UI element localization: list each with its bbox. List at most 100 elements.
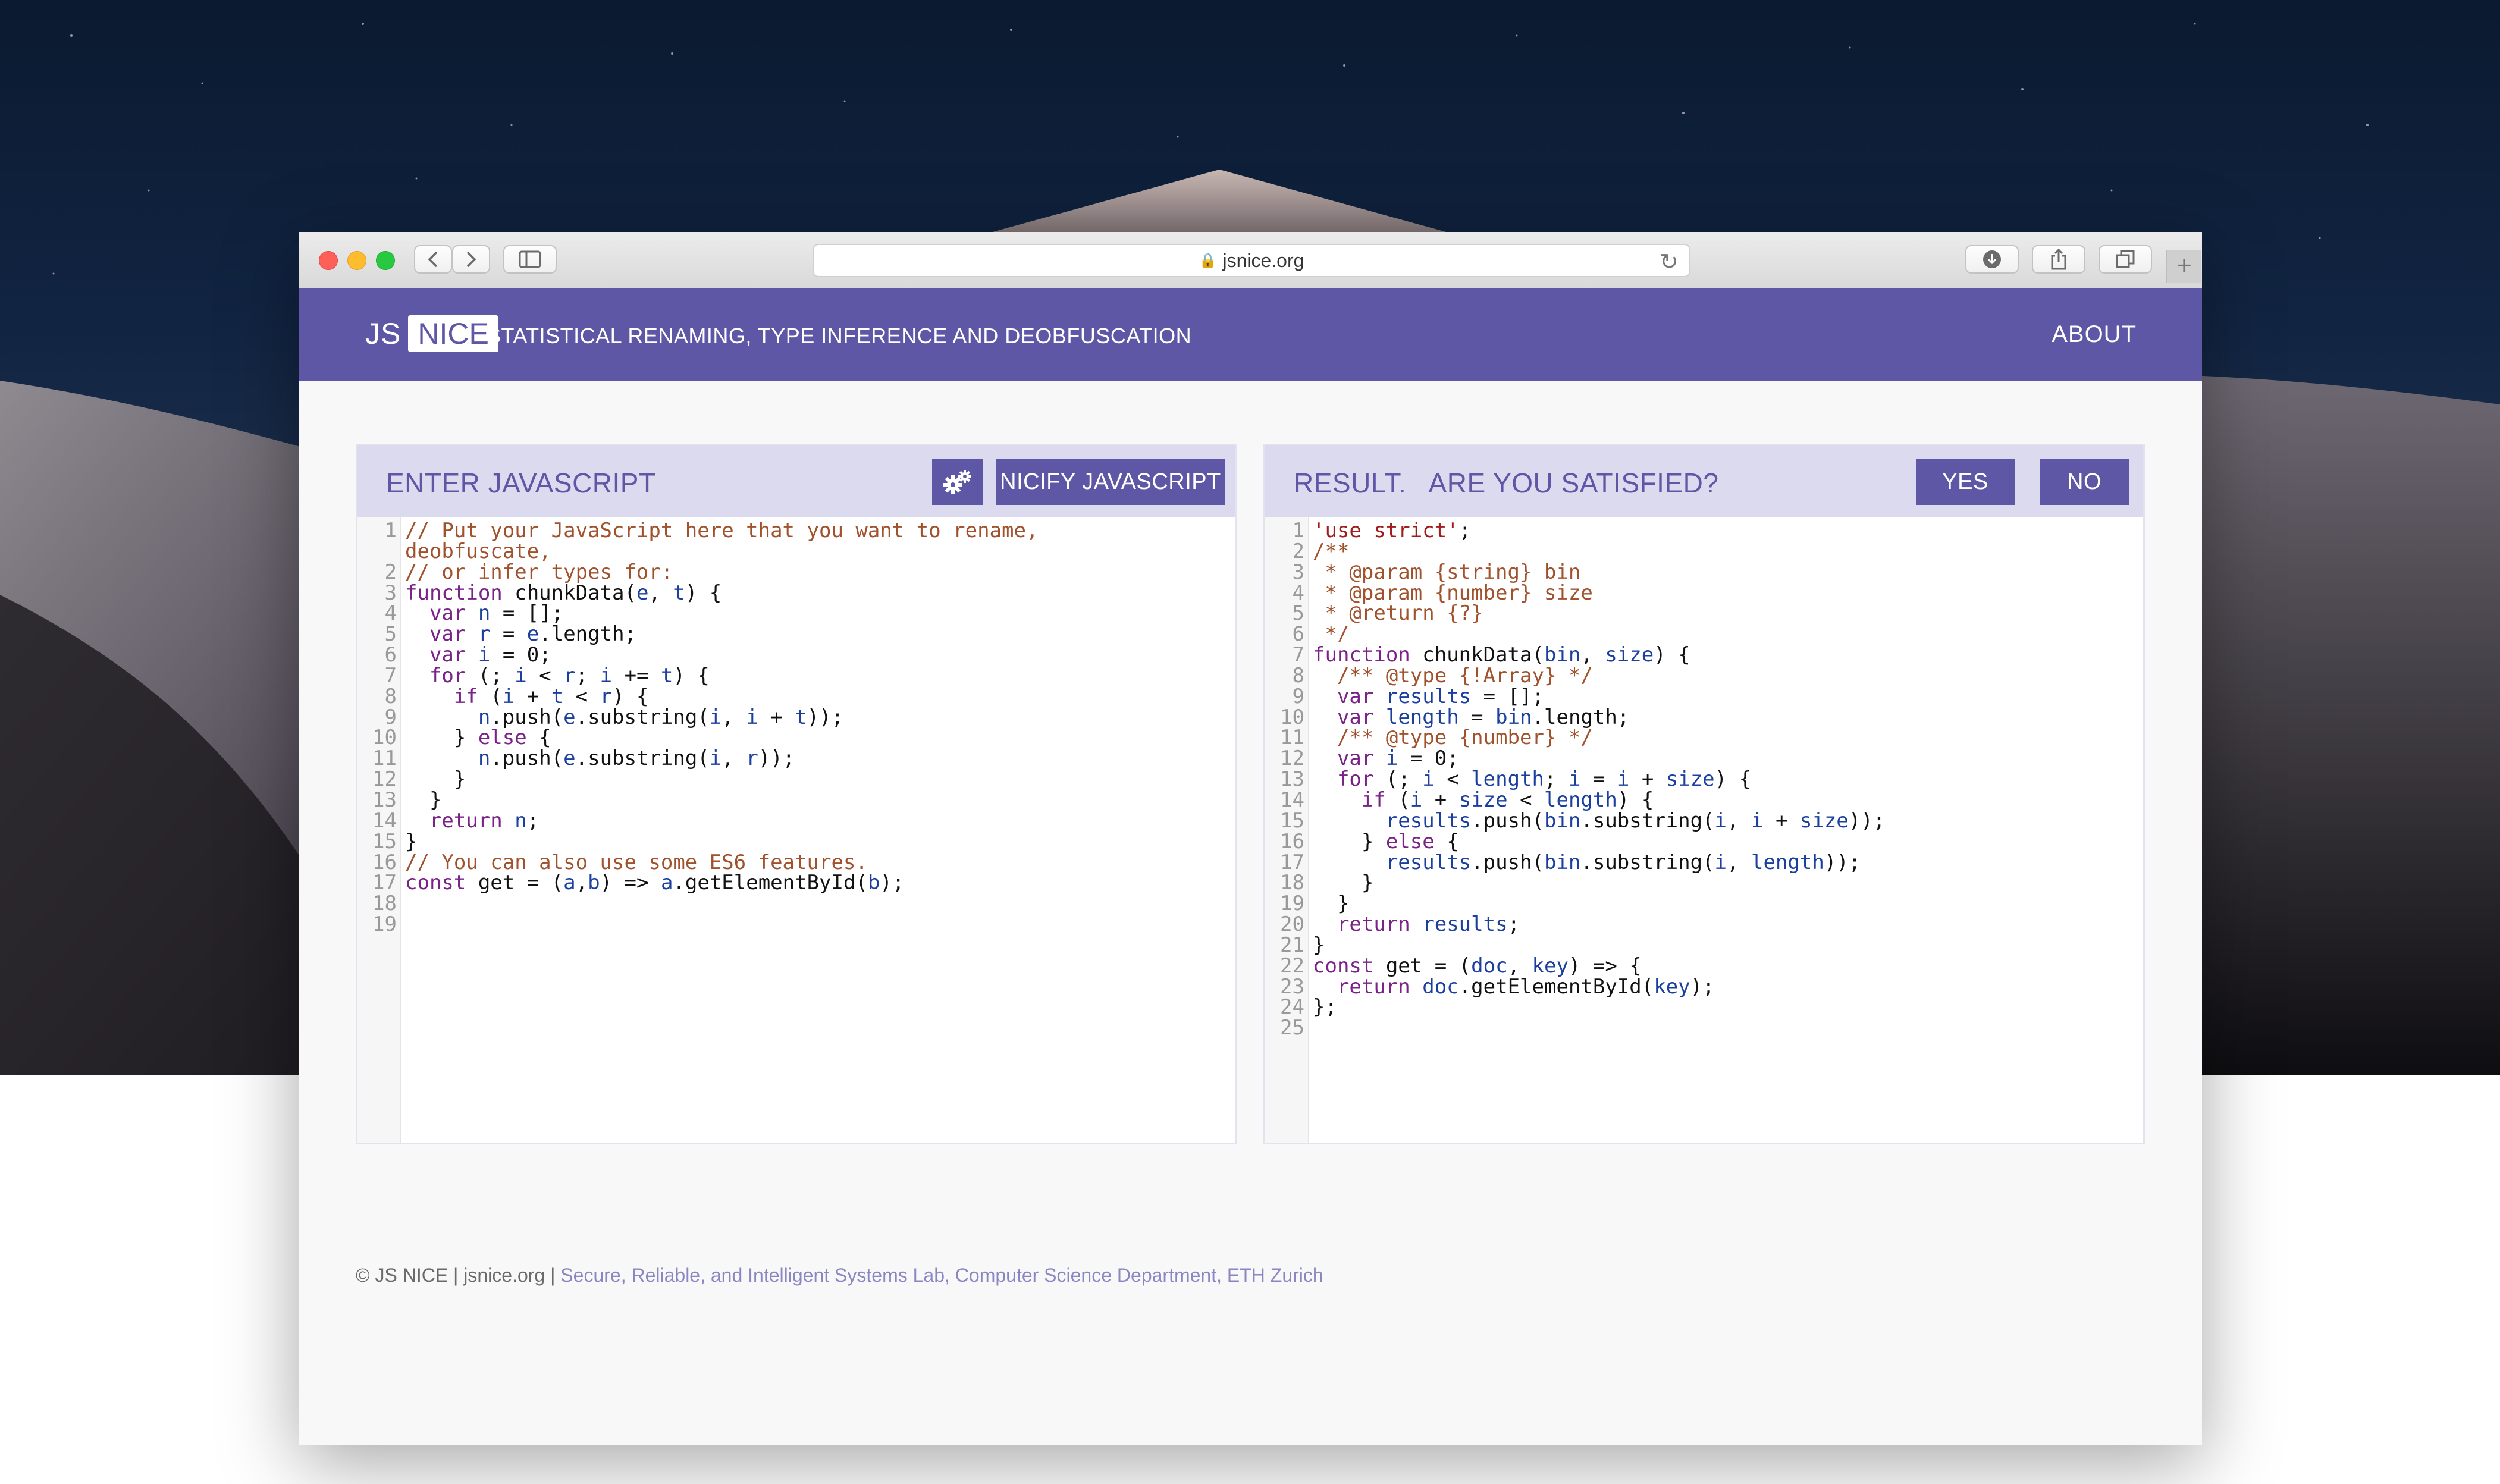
line-text: for (; i < length; i = i + size) {	[1304, 769, 1751, 790]
code-token: b	[588, 871, 600, 895]
line-number: 15	[1280, 808, 1304, 833]
code-token: ));	[758, 746, 795, 771]
line-number: 9	[1292, 684, 1304, 708]
line-text: // Put your JavaScript here that you wan…	[397, 520, 1038, 541]
code-token: r	[746, 746, 758, 771]
forward-button[interactable]	[452, 245, 490, 274]
code-line: 14 if (i + size < length) {	[1265, 790, 2143, 811]
nicify-javascript-button[interactable]: NICIFY JAVASCRIPT	[996, 459, 1225, 505]
line-text: * @return {?}	[1304, 603, 1483, 624]
footer-lab-link[interactable]: Secure, Reliable, and Intelligent System…	[560, 1265, 1323, 1286]
no-button[interactable]: NO	[2040, 459, 2129, 505]
tabs-overview-button[interactable]	[2099, 245, 2152, 274]
code-token: return	[1337, 974, 1410, 999]
code-token: .substring(	[575, 746, 710, 771]
code-token: e	[563, 746, 576, 771]
line-text: /** @type {!Array} */	[1304, 665, 1593, 686]
result-code[interactable]: 1'use strict'; 2/** 3 * @param {string} bi…	[1265, 520, 2143, 1039]
line-number: 4	[1292, 581, 1304, 605]
code-token: size	[1605, 643, 1654, 667]
line-text	[1304, 1018, 1313, 1039]
new-tab-button[interactable]: +	[2166, 250, 2201, 283]
line-text: };	[1304, 997, 1337, 1018]
code-token: .push(	[1471, 850, 1544, 874]
code-line: 10 } else {	[357, 727, 1235, 748]
code-token: ,	[575, 871, 588, 895]
code-line: 2// or infer types for:	[357, 561, 1235, 583]
code-token: ;	[1458, 519, 1472, 542]
browser-window: 🔒 jsnice.org ↻ + JS NICE STATISTICAL REN…	[299, 232, 2202, 1445]
code-token: a	[563, 871, 576, 895]
share-icon	[2051, 249, 2066, 270]
code-line: 4 var n = [];	[357, 603, 1235, 624]
line-number: 17	[1280, 850, 1304, 874]
line-number: 24	[1280, 995, 1304, 1019]
site-footer: © JS NICE | jsnice.org | Secure, Reliabl…	[356, 1265, 1323, 1287]
downloads-button[interactable]	[1965, 245, 2019, 274]
code-token: i	[709, 705, 722, 729]
line-number: 11	[1280, 726, 1304, 750]
line-text	[397, 893, 405, 914]
code-token: ) {	[1714, 767, 1752, 792]
code-token: e	[636, 581, 649, 605]
code-token: ;	[526, 808, 539, 833]
line-text: * @param {string} bin	[1304, 561, 1580, 583]
line-text: }	[1304, 934, 1325, 956]
line-text: /** @type {number} */	[1304, 727, 1593, 748]
minimize-window-button[interactable]	[347, 251, 366, 270]
line-text: }	[1304, 893, 1349, 914]
line-number: 9	[384, 705, 397, 729]
code-token: };	[1313, 995, 1337, 1019]
code-token: .push(	[490, 746, 564, 771]
code-token: ) {	[673, 663, 710, 688]
code-line: 23 return doc.getElementById(key);	[1265, 974, 2143, 999]
about-link[interactable]: ABOUT	[2052, 321, 2137, 348]
code-token: i	[1714, 808, 1727, 833]
line-number: 16	[1280, 829, 1304, 854]
plus-icon: +	[2176, 251, 2192, 280]
close-window-button[interactable]	[319, 251, 338, 270]
code-token: t	[660, 663, 673, 688]
sidebar-button[interactable]	[503, 245, 557, 274]
code-token: .push(	[1471, 808, 1544, 833]
code-token: ) {	[1654, 643, 1690, 667]
address-bar[interactable]: 🔒 jsnice.org ↻	[813, 244, 1690, 277]
site-tagline: STATISTICAL RENAMING, TYPE INFERENCE AND…	[487, 324, 1192, 348]
line-text: var i = 0;	[397, 645, 551, 666]
code-token: ;	[1507, 912, 1520, 937]
code-line: 9 var results = [];	[1265, 686, 2143, 707]
site-logo[interactable]: JS NICE	[365, 315, 498, 352]
reload-icon[interactable]: ↻	[1660, 249, 1679, 275]
input-code-editor[interactable]: 1// Put your JavaScript here that you wa…	[357, 517, 1235, 1143]
code-token: n	[478, 746, 491, 771]
line-text: } else {	[1304, 831, 1459, 852]
yes-button[interactable]: YES	[1916, 459, 2015, 505]
line-text: }	[397, 831, 417, 852]
input-code[interactable]: 1// Put your JavaScript here that you wa…	[357, 520, 1235, 935]
code-line: 3 function chunkData(e, t) {	[357, 581, 1235, 605]
code-line: 25	[1265, 1018, 2143, 1039]
result-code-view[interactable]: 1'use strict'; 2/** 3 * @param {string} bi…	[1265, 517, 2143, 1143]
code-token: .length;	[539, 622, 637, 647]
share-button[interactable]	[2032, 245, 2085, 274]
line-number: 1	[1292, 519, 1304, 542]
code-line: 24};	[1265, 997, 2143, 1018]
code-line: 11 n.push(e.substring(i, r));	[357, 748, 1235, 769]
zoom-window-button[interactable]	[376, 251, 395, 270]
line-text: // or infer types for:	[397, 561, 673, 583]
gears-icon	[943, 470, 971, 494]
line-text: function chunkData(bin, size) {	[1304, 645, 1690, 666]
code-line: 20 return results;	[1265, 914, 2143, 935]
chevron-right-icon	[466, 251, 476, 268]
line-text: if (i + t < r) {	[397, 686, 649, 707]
settings-button[interactable]	[932, 459, 983, 505]
code-token: ,	[722, 705, 746, 729]
line-text	[397, 914, 405, 935]
code-token: .getElementById(	[673, 871, 868, 895]
line-number: 6	[384, 643, 397, 667]
back-button[interactable]	[414, 245, 452, 274]
line-number: 10	[1280, 705, 1304, 729]
code-line: 5 var r = e.length;	[357, 624, 1235, 645]
